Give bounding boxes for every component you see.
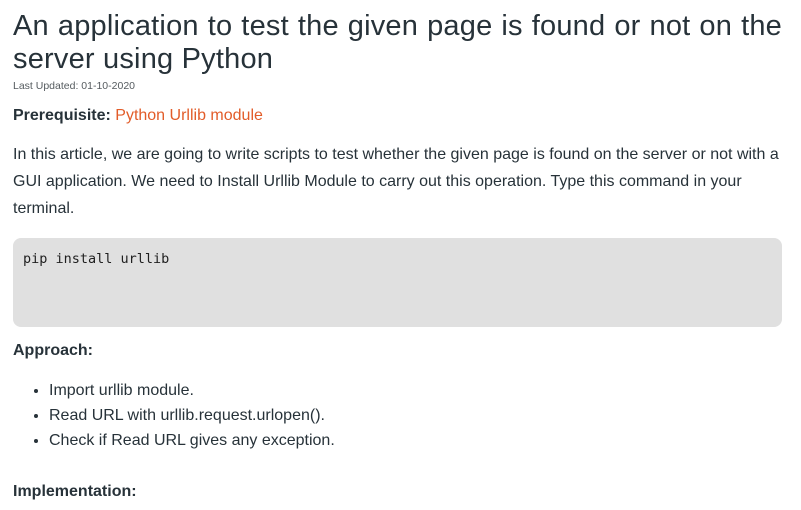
approach-steps-list: Import urllib module. Read URL with urll… — [13, 378, 782, 453]
prerequisite-link[interactable]: Python Urllib module — [115, 107, 263, 124]
intro-paragraph: In this article, we are going to write s… — [13, 146, 779, 217]
approach-heading: Approach: — [13, 342, 93, 359]
article-title: An application to test the given page is… — [13, 10, 782, 75]
article: An application to test the given page is… — [0, 0, 801, 502]
prerequisite-line: Prerequisite: Python Urllib module — [13, 106, 782, 126]
list-item: Import urllib module. — [49, 378, 782, 403]
last-updated-date: Last Updated: 01-10-2020 — [13, 80, 136, 92]
list-item: Check if Read URL gives any exception. — [49, 428, 782, 453]
prerequisite-label: Prerequisite: — [13, 107, 111, 124]
code-block[interactable]: pip install urllib — [13, 238, 782, 327]
list-item: Read URL with urllib.request.urlopen(). — [49, 403, 782, 428]
implementation-heading: Implementation: — [13, 483, 137, 500]
